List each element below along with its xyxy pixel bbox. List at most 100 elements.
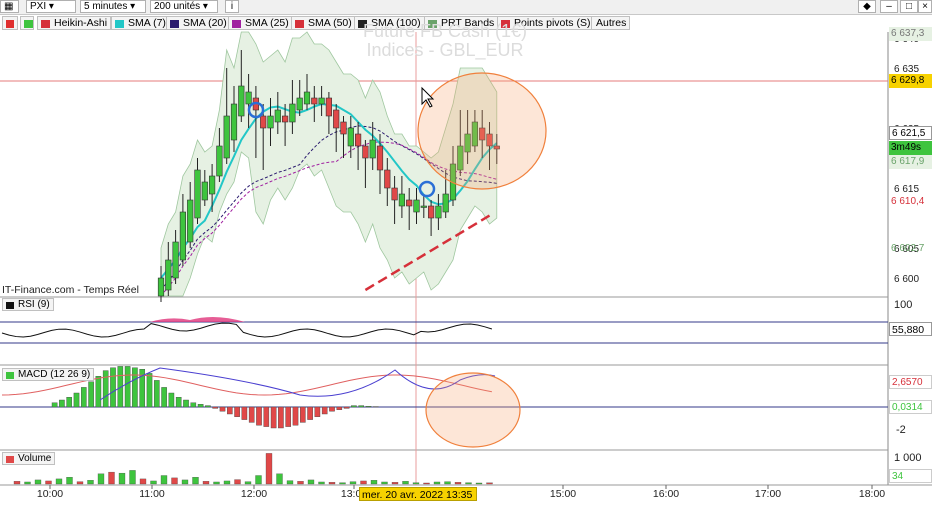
candle-body: [187, 199, 194, 243]
volume-bar: [339, 482, 346, 485]
volume-bar: [160, 475, 168, 485]
volume-bar: [213, 481, 220, 485]
volume-bar: [139, 478, 147, 485]
macd-bar: [51, 402, 58, 408]
macd-legend[interactable]: MACD (12 26 9): [2, 368, 95, 381]
macd-bar: [132, 367, 138, 408]
macd-bar: [248, 406, 255, 423]
volume-bar: [24, 481, 31, 485]
volume-bar: [286, 480, 294, 485]
volume-bar: [444, 481, 451, 485]
volume-bar: [118, 472, 126, 485]
watermark-subtitle: Indices - GBL_EUR: [366, 40, 523, 61]
y-tick-label: 6 600: [894, 274, 919, 285]
candle-body: [238, 85, 245, 117]
candle-body: [427, 205, 435, 219]
macd-bar: [329, 406, 335, 412]
price-chip-sma50: 6 610,4: [891, 196, 925, 207]
candle-body: [435, 205, 442, 219]
candle-body: [362, 145, 369, 159]
candle-body: [165, 259, 172, 291]
macd-bar: [292, 406, 299, 426]
macd-bar: [190, 402, 197, 408]
volume-bar: [150, 480, 157, 485]
rsi-legend[interactable]: RSI (9): [2, 298, 54, 311]
macd-bar: [234, 406, 240, 418]
volume-bar: [129, 470, 136, 485]
candle-body: [318, 97, 325, 105]
volume-bar: [34, 479, 42, 485]
volume-panel: [13, 453, 493, 485]
macd-bar: [175, 397, 182, 408]
rsi-axis-top: 100: [894, 299, 913, 311]
candle-body: [333, 109, 340, 129]
volume-bar: [402, 481, 409, 485]
macd-bar: [256, 406, 262, 426]
countdown-chip: 3m49s: [889, 141, 932, 155]
candle-body: [384, 169, 391, 189]
macd-bar: [241, 406, 248, 420]
macd-bar: [219, 406, 226, 412]
candle-body: [398, 193, 406, 207]
price-chip-current: 6 621,5: [889, 126, 932, 140]
volume-bar: [192, 477, 199, 485]
candle-body: [354, 133, 362, 147]
macd-bar: [263, 406, 270, 427]
candle-body: [216, 145, 223, 177]
candle-body: [267, 115, 274, 129]
candle-body: [209, 175, 216, 195]
rsi-line: [1, 322, 493, 338]
macd-bar: [80, 387, 87, 408]
macd-bar: [270, 406, 277, 429]
x-tick-label: 17:00: [755, 488, 781, 500]
volume-bar: [97, 473, 105, 485]
candle-body: [406, 199, 413, 207]
volume-bar: [475, 482, 483, 485]
highlight-circle-price: [417, 72, 547, 190]
watermark-title: Future FB Cash (1€): [363, 21, 527, 41]
volume-bar: [66, 477, 73, 485]
candle-body: [172, 241, 179, 279]
volume-bar: [244, 481, 252, 485]
macd-axis-low: -2: [896, 424, 906, 436]
x-tick-label: 10:00: [37, 488, 63, 500]
volume-bar: [255, 475, 262, 485]
volume-bar: [391, 482, 399, 485]
rsi-overbought-fill: [150, 316, 245, 322]
rsi-panel: [1, 316, 493, 338]
candle-body: [201, 181, 208, 201]
volume-bar: [370, 480, 378, 485]
volume-bar: [381, 481, 388, 485]
watermark: Future FB Cash (1€) Indices - GBL_EUR: [363, 21, 527, 61]
volume-bar: [55, 478, 63, 485]
volume-bar: [108, 471, 115, 485]
price-chip-band-mid: 6 617,9: [889, 155, 932, 169]
macd-bar: [314, 406, 321, 418]
macd-value-chip: 2,6570: [889, 375, 932, 389]
volume-bar: [423, 482, 430, 485]
macd-bar: [343, 406, 350, 409]
volume-bar: [234, 479, 241, 485]
x-tick-label: 12:00: [241, 488, 267, 500]
volume-label: Volume: [18, 453, 52, 464]
macd-bar: [183, 399, 189, 408]
macd-bar: [365, 406, 372, 408]
macd-bar: [73, 392, 80, 408]
macd-bar: [153, 380, 160, 408]
volume-bar: [433, 481, 441, 485]
volume-bar: [276, 473, 283, 485]
macd-bar: [110, 367, 116, 408]
candle-body: [281, 115, 289, 123]
candle-body: [245, 91, 252, 105]
candle-body: [296, 97, 303, 111]
macd-bar: [146, 373, 153, 408]
chart-canvas[interactable]: Future FB Cash (1€) Indices - GBL_EUR 6 …: [0, 0, 932, 507]
volume-bar: [223, 480, 231, 485]
volume-bar: [328, 482, 336, 485]
volume-bar: [202, 481, 210, 485]
volume-bar: [318, 481, 325, 485]
volume-legend[interactable]: Volume: [2, 452, 56, 465]
volume-bar: [76, 481, 84, 485]
macd-bar: [102, 370, 109, 408]
macd-bar: [336, 406, 343, 410]
